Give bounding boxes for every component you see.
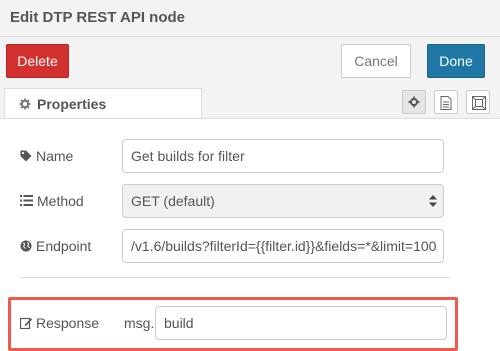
endpoint-label: Endpoint	[36, 238, 92, 254]
document-icon	[440, 96, 452, 110]
method-select[interactable]: GET (default)	[122, 184, 444, 218]
method-select-value: GET (default)	[131, 193, 215, 209]
section-divider	[20, 277, 450, 278]
select-arrows-icon	[429, 195, 437, 207]
tray-toolbar: Delete Cancel Done	[0, 37, 500, 86]
name-input[interactable]: Get builds for filter	[122, 139, 444, 173]
delete-button[interactable]: Delete	[6, 44, 69, 78]
endpoint-row: Endpoint /v1.6/builds?filterId={{filter.…	[0, 229, 500, 265]
tray-header: Edit DTP REST API node	[0, 0, 500, 37]
name-row: Name Get builds for filter	[0, 139, 500, 175]
tray-title: Edit DTP REST API node	[10, 9, 186, 26]
response-input[interactable]: build	[155, 306, 447, 340]
edit-icon	[20, 317, 33, 329]
gear-icon	[19, 98, 31, 110]
tab-properties-label: Properties	[37, 96, 107, 112]
done-button[interactable]: Done	[427, 44, 485, 78]
globe-icon	[20, 240, 32, 252]
response-row: Response msg. build	[0, 306, 500, 342]
node-appearance-button[interactable]	[466, 90, 490, 114]
tag-icon	[20, 150, 32, 162]
gear-icon	[408, 96, 420, 108]
response-label: Response	[36, 315, 100, 331]
list-icon	[20, 195, 33, 206]
method-label: Method	[37, 193, 84, 209]
name-label: Name	[36, 148, 74, 164]
tabs-row: Properties	[0, 86, 500, 119]
cancel-button[interactable]: Cancel	[341, 44, 411, 78]
node-description-button[interactable]	[434, 90, 458, 114]
frame-icon	[472, 96, 486, 110]
endpoint-input[interactable]: /v1.6/builds?filterId={{filter.id}}&fiel…	[122, 229, 444, 263]
node-settings-button[interactable]	[402, 90, 426, 114]
response-prefix: msg.	[124, 315, 155, 331]
method-row: Method GET (default)	[0, 184, 500, 220]
tab-properties[interactable]: Properties	[4, 88, 202, 118]
